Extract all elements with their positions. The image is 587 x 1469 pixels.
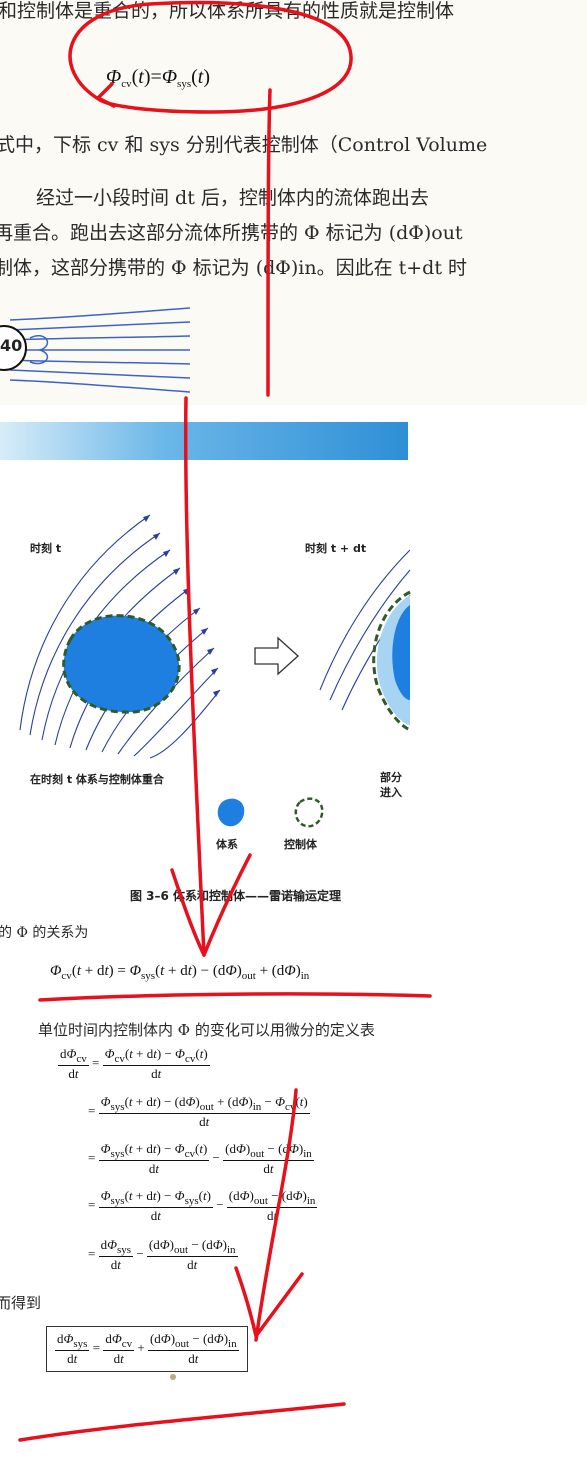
annotation-arrow-head-1 [170, 853, 252, 957]
annotation-oval [68, 0, 353, 114]
annotation-underline-1 [38, 992, 432, 1002]
red-annotations [18, 0, 432, 1442]
annotation-line-vertical-3 [254, 1088, 298, 1342]
annotation-arrow-head-2 [234, 1266, 304, 1338]
annotation-underline-2 [18, 1402, 346, 1442]
annotation-line-vertical-2 [183, 396, 206, 957]
annotation-line-vertical-1 [266, 88, 272, 397]
